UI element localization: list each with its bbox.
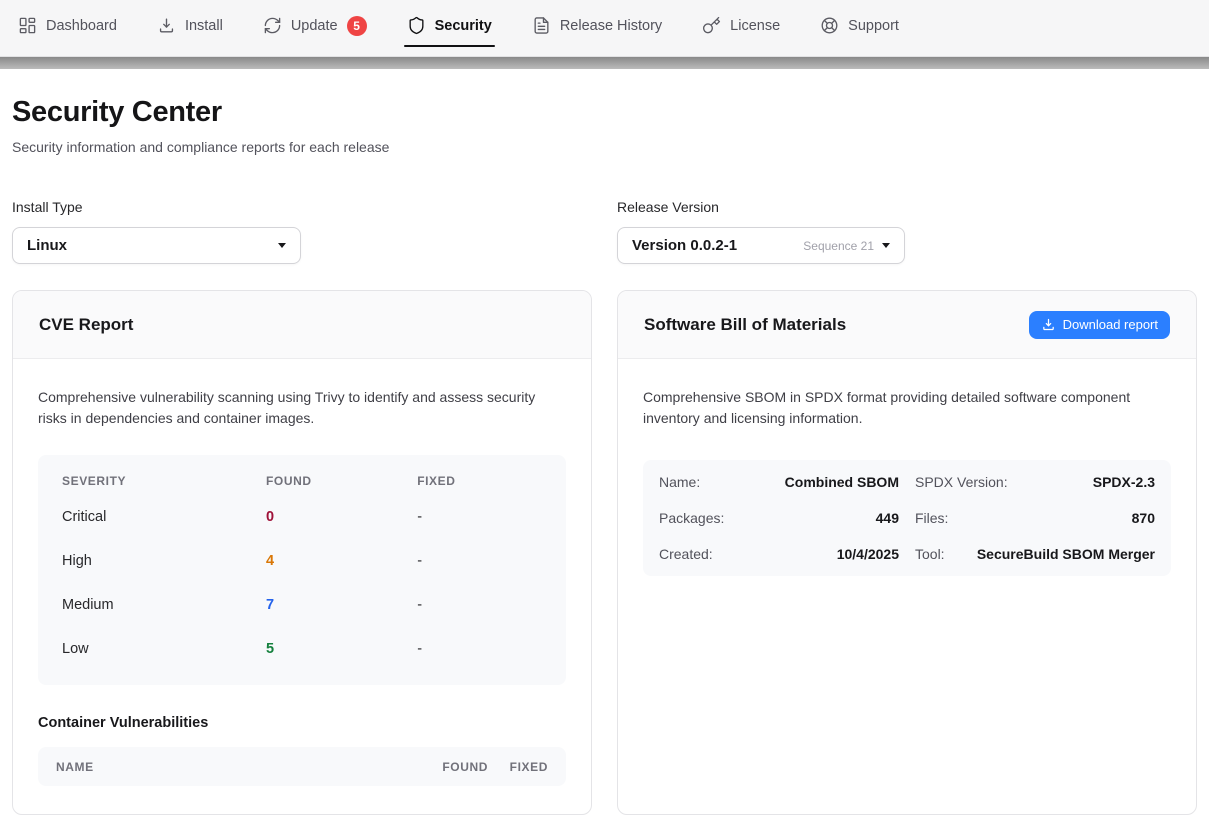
cve-report-card: CVE Report Comprehensive vulnerability s… (12, 290, 592, 815)
detail-value: 449 (876, 510, 899, 526)
cve-report-header: CVE Report (13, 291, 591, 359)
release-version-select[interactable]: Version 0.0.2-1 Sequence 21 (617, 227, 905, 264)
sbom-detail-tool: Tool: SecureBuild SBOM Merger (915, 536, 1155, 572)
refresh-icon (263, 16, 282, 35)
detail-value: SPDX-2.3 (1093, 474, 1155, 490)
sbom-detail-created: Created: 10/4/2025 (659, 536, 899, 572)
file-text-icon (532, 16, 551, 35)
nav-item-label: Support (848, 18, 899, 34)
col-found: FOUND (266, 474, 417, 488)
found-count: 0 (266, 509, 417, 525)
sbom-detail-name: Name: Combined SBOM (659, 464, 899, 500)
table-row-low: Low 5 - (38, 627, 566, 671)
nav-item-license[interactable]: License (702, 6, 780, 45)
nav-item-install[interactable]: Install (157, 6, 223, 45)
found-count: 5 (266, 641, 417, 657)
nav-item-label: License (730, 18, 780, 34)
sbom-details: Name: Combined SBOM SPDX Version: SPDX-2… (643, 460, 1171, 576)
detail-label: Name: (659, 474, 700, 490)
cve-report-description: Comprehensive vulnerability scanning usi… (38, 387, 566, 429)
col-name: NAME (56, 760, 393, 774)
severity-table: SEVERITY FOUND FIXED Critical 0 - High 4… (38, 455, 566, 685)
nav-item-support[interactable]: Support (820, 6, 899, 45)
nav-item-label: Update (291, 18, 338, 34)
download-icon (1041, 317, 1056, 332)
install-type-select[interactable]: Linux (12, 227, 301, 264)
update-count-badge: 5 (347, 16, 367, 36)
nav-item-label: Release History (560, 18, 662, 34)
sbom-detail-files: Files: 870 (915, 500, 1155, 536)
top-nav: Dashboard Install Update 5 Security Rele… (0, 0, 1209, 57)
nav-item-security[interactable]: Security (407, 6, 492, 45)
detail-value: 870 (1132, 510, 1155, 526)
found-count: 4 (266, 553, 417, 569)
key-icon (702, 16, 721, 35)
page-title: Security Center (12, 96, 1197, 129)
detail-label: Tool: (915, 546, 945, 562)
detail-label: Created: (659, 546, 713, 562)
dashboard-grid-icon (18, 16, 37, 35)
detail-value: SecureBuild SBOM Merger (977, 546, 1155, 562)
severity-name: Critical (62, 509, 266, 525)
fixed-count: - (417, 641, 542, 657)
cards-row: CVE Report Comprehensive vulnerability s… (12, 290, 1197, 815)
sbom-title: Software Bill of Materials (644, 315, 846, 335)
main-content: Security Center Security information and… (0, 96, 1209, 815)
col-fixed: FIXED (417, 474, 542, 488)
chevron-down-icon (882, 243, 890, 248)
sbom-detail-packages: Packages: 449 (659, 500, 899, 536)
download-icon (157, 16, 176, 35)
nav-item-dashboard[interactable]: Dashboard (18, 6, 117, 45)
nav-item-update[interactable]: Update 5 (263, 6, 367, 45)
release-sequence: Sequence 21 (803, 239, 874, 253)
nav-item-label: Security (435, 18, 492, 34)
found-count: 7 (266, 597, 417, 613)
table-row-medium: Medium 7 - (38, 583, 566, 627)
severity-name: Low (62, 641, 266, 657)
sbom-description: Comprehensive SBOM in SPDX format provid… (643, 387, 1171, 429)
detail-value: Combined SBOM (785, 474, 899, 490)
fixed-count: - (417, 509, 542, 525)
detail-label: Files: (915, 510, 948, 526)
severity-name: High (62, 553, 266, 569)
table-row-critical: Critical 0 - (38, 495, 566, 539)
detail-label: SPDX Version: (915, 474, 1008, 490)
container-vulnerabilities-title: Container Vulnerabilities (38, 715, 566, 731)
col-severity: SEVERITY (62, 474, 266, 488)
release-version-filter: Release Version Version 0.0.2-1 Sequence… (617, 199, 905, 264)
release-version-value: Version 0.0.2-1 (632, 237, 737, 254)
detail-label: Packages: (659, 510, 724, 526)
table-row-high: High 4 - (38, 539, 566, 583)
page-subtitle: Security information and compliance repo… (12, 139, 1197, 155)
filters-row: Install Type Linux Release Version Versi… (12, 199, 1197, 264)
nav-item-label: Install (185, 18, 223, 34)
sbom-detail-spdx-version: SPDX Version: SPDX-2.3 (915, 464, 1155, 500)
divider-strip (0, 57, 1209, 69)
chevron-down-icon (278, 243, 286, 248)
sbom-card: Software Bill of Materials Download repo… (617, 290, 1197, 815)
nav-item-release-history[interactable]: Release History (532, 6, 662, 45)
nav-item-label: Dashboard (46, 18, 117, 34)
fixed-count: - (417, 553, 542, 569)
col-found: FOUND (393, 760, 488, 774)
shield-icon (407, 16, 426, 35)
col-fixed: FIXED (488, 760, 548, 774)
sbom-body: Comprehensive SBOM in SPDX format provid… (618, 359, 1196, 604)
install-type-label: Install Type (12, 199, 301, 215)
severity-table-header: SEVERITY FOUND FIXED (38, 467, 566, 495)
fixed-count: - (417, 597, 542, 613)
lifebuoy-icon (820, 16, 839, 35)
detail-value: 10/4/2025 (837, 546, 899, 562)
cve-report-title: CVE Report (39, 315, 133, 335)
install-type-filter: Install Type Linux (12, 199, 301, 264)
container-vulnerabilities-header: NAME FOUND FIXED (38, 747, 566, 786)
install-type-value: Linux (27, 237, 67, 254)
download-report-label: Download report (1063, 317, 1158, 332)
download-report-button[interactable]: Download report (1029, 311, 1170, 339)
cve-report-body: Comprehensive vulnerability scanning usi… (13, 359, 591, 814)
severity-name: Medium (62, 597, 266, 613)
release-version-label: Release Version (617, 199, 905, 215)
sbom-header: Software Bill of Materials Download repo… (618, 291, 1196, 359)
